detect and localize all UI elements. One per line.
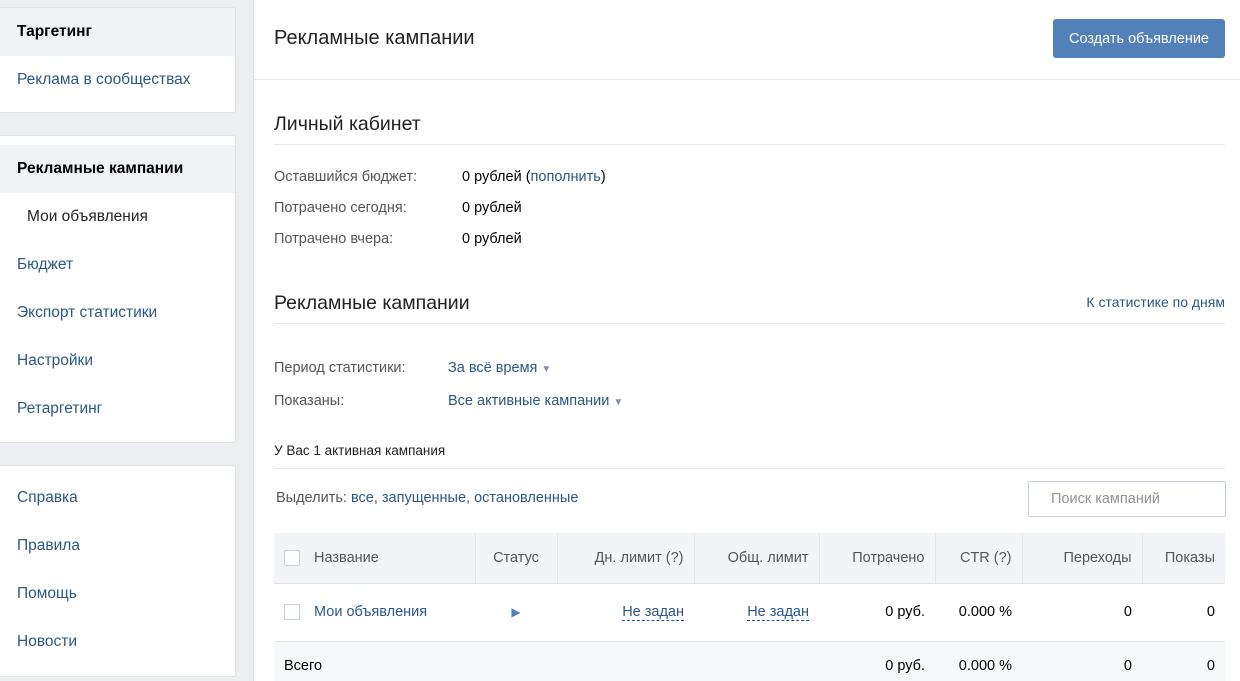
campaign-name-link[interactable]: Мои объявления xyxy=(314,604,427,620)
shown-value: Все активные кампании xyxy=(448,393,610,409)
campaigns-section-header: Рекламные кампании К статистике по дням xyxy=(274,292,1225,324)
spent-today-value: 0 рублей xyxy=(462,200,522,216)
play-icon[interactable]: ▶ xyxy=(511,605,520,619)
total-label: Всего xyxy=(274,641,475,681)
budget-value: 0 рублей xyxy=(462,169,522,185)
select-stopped-link[interactable]: остановленные xyxy=(474,490,578,506)
sidebar-item-rules[interactable]: Правила xyxy=(0,522,235,570)
spent-yesterday-value: 0 рублей xyxy=(462,231,522,247)
col-ctr[interactable]: CTR (?) xyxy=(935,533,1023,584)
table-header-row: Название Статус Дн. лимит (?) Общ. лимит… xyxy=(274,533,1225,584)
total-empty-cell xyxy=(475,641,557,681)
table-row: Мои объявления ▶ Не задан Не задан 0 руб… xyxy=(274,583,1225,642)
spent-cell: 0 руб. xyxy=(819,583,935,642)
col-name[interactable]: Название xyxy=(274,533,476,584)
sidebar-item-retargeting[interactable]: Ретаргетинг xyxy=(0,385,235,433)
total-empty-cell xyxy=(557,641,694,681)
status-cell: ▶ xyxy=(475,583,557,642)
spent-today-row: Потрачено сегодня: 0 рублей xyxy=(274,200,522,216)
active-campaigns-note: У Вас 1 активная кампания xyxy=(274,443,1225,469)
campaigns-title: Рекламные кампании xyxy=(274,292,470,314)
total-ctr-cell: 0.000 % xyxy=(935,641,1022,681)
budget-row: Оставшийся бюджет: 0 рублей (пополнить) xyxy=(274,169,606,185)
sidebar-item-my-ads[interactable]: Мои объявления xyxy=(0,193,235,241)
sidebar-item-settings[interactable]: Настройки xyxy=(0,337,235,385)
clicks-cell: 0 xyxy=(1022,583,1142,642)
period-label: Период статистики: xyxy=(274,360,406,376)
sidebar-group-1: Таргетинг Реклама в сообществах xyxy=(0,7,236,113)
sidebar-item-support[interactable]: Помощь xyxy=(0,570,235,618)
sidebar-item-help[interactable]: Справка xyxy=(0,474,235,522)
total-views-cell: 0 xyxy=(1142,641,1225,681)
budget-label: Оставшийся бюджет: xyxy=(274,169,418,185)
sidebar-item-news[interactable]: Новости xyxy=(0,618,235,666)
col-views[interactable]: Показы xyxy=(1142,533,1225,584)
select-all-checkbox[interactable] xyxy=(284,549,300,566)
total-limit-edit[interactable]: Не задан xyxy=(747,604,809,621)
page-title: Рекламные кампании xyxy=(274,27,475,49)
sidebar-group-3: Справка Правила Помощь Новости xyxy=(0,465,236,677)
shown-row: Показаны: Все активные кампании ▼ xyxy=(274,393,623,409)
period-row: Период статистики: За всё время ▼ xyxy=(274,360,551,376)
chevron-down-icon: ▼ xyxy=(613,397,624,408)
campaign-search-input[interactable] xyxy=(1028,481,1226,517)
top-up-link[interactable]: пополнить xyxy=(531,169,601,185)
spent-today-label: Потрачено сегодня: xyxy=(274,200,407,216)
total-clicks-cell: 0 xyxy=(1022,641,1142,681)
table-total-row: Всего 0 руб. 0.000 % 0 0 xyxy=(274,641,1225,681)
sidebar-item-budget[interactable]: Бюджет xyxy=(0,241,235,289)
period-dropdown[interactable]: За всё время ▼ xyxy=(448,360,551,376)
main-panel: Рекламные кампании Создать объявление Ли… xyxy=(253,0,1240,681)
col-day-limit[interactable]: Дн. лимит (?) xyxy=(557,533,695,584)
campaign-name-cell: Мои объявления xyxy=(274,583,475,642)
chevron-down-icon: ▼ xyxy=(541,364,552,375)
shown-label: Показаны: xyxy=(274,393,345,409)
total-limit-cell: Не задан xyxy=(694,583,819,642)
period-value: За всё время xyxy=(448,360,538,376)
spent-yesterday-row: Потрачено вчера: 0 рублей xyxy=(274,231,522,247)
total-empty-cell xyxy=(694,641,819,681)
day-limit-edit[interactable]: Не задан xyxy=(622,604,684,621)
sidebar-item-community-ads[interactable]: Реклама в сообществах xyxy=(0,56,235,104)
total-spent-cell: 0 руб. xyxy=(819,641,935,681)
row-checkbox[interactable] xyxy=(284,604,300,621)
campaigns-table: Название Статус Дн. лимит (?) Общ. лимит… xyxy=(274,533,1225,681)
cabinet-section-header: Личный кабинет xyxy=(274,113,1225,145)
sidebar-item-targeting[interactable]: Таргетинг xyxy=(0,8,235,56)
day-limit-cell: Не задан xyxy=(557,583,694,642)
col-total-limit[interactable]: Общ. лимит xyxy=(694,533,820,584)
cabinet-title: Личный кабинет xyxy=(274,113,421,135)
select-running-link[interactable]: запущенные xyxy=(382,490,466,506)
ctr-cell: 0.000 % xyxy=(935,583,1022,642)
views-cell: 0 xyxy=(1142,583,1225,642)
spent-yesterday-label: Потрачено вчера: xyxy=(274,231,394,247)
select-filter-row: Выделить: все, запущенные, остановленные xyxy=(276,490,579,506)
create-ad-button[interactable]: Создать объявление xyxy=(1052,19,1225,58)
col-clicks[interactable]: Переходы xyxy=(1022,533,1143,584)
sidebar-item-export[interactable]: Экспорт статистики xyxy=(0,289,235,337)
select-prefix: Выделить: xyxy=(276,490,347,506)
sidebar-group-2: Рекламные кампании Мои объявления Бюджет… xyxy=(0,135,236,443)
sidebar-item-campaigns[interactable]: Рекламные кампании xyxy=(0,145,235,193)
daily-stats-link[interactable]: К статистике по дням xyxy=(1086,294,1225,310)
page-header: Рекламные кампании Создать объявление xyxy=(254,0,1240,80)
col-spent[interactable]: Потрачено xyxy=(819,533,936,584)
col-status[interactable]: Статус xyxy=(475,533,558,584)
shown-dropdown[interactable]: Все активные кампании ▼ xyxy=(448,393,623,409)
select-all-link[interactable]: все xyxy=(351,490,374,506)
